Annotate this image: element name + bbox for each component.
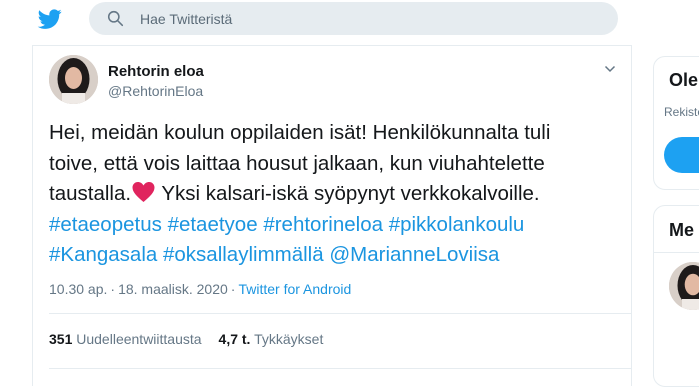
tweet-time[interactable]: 10.30 ap. [49, 281, 107, 297]
signup-button[interactable] [664, 137, 699, 173]
hashtag-link[interactable]: #pikkolankoulu [389, 213, 525, 236]
retweets-count: 351 [49, 331, 72, 347]
tweet-card: Rehtorin eloa @RehtorinEloa Hei, meidän … [32, 45, 632, 386]
divider [49, 368, 631, 369]
signup-card-subtitle: Rekiste [664, 105, 699, 119]
mention-link[interactable]: @MarianneLoviisa [329, 243, 499, 266]
retweets-stat[interactable]: 351 Uudelleentwiittausta [49, 331, 202, 347]
hashtag-link[interactable]: #Kangasala [49, 243, 157, 266]
tweet-date[interactable]: 18. maalisk. 2020 [118, 281, 228, 297]
search-box[interactable]: Hae Twitteristä [89, 2, 618, 35]
signup-card: Ole Rekiste [653, 56, 699, 190]
tweet-line: taustalla. [49, 182, 131, 205]
hashtag-link[interactable]: #oksallaylimmällä [163, 243, 324, 266]
retweets-label: Uudelleentwiittausta [76, 331, 201, 347]
chevron-down-icon[interactable] [604, 63, 616, 75]
related-card-title: Me [669, 220, 694, 241]
tweet-text: Hei, meidän koulun oppilaiden isät! Henk… [49, 118, 619, 271]
tweet-stats: 351 Uudelleentwiittausta 4,7 t. Tykkäykse… [49, 331, 323, 347]
tweet-line: toive, että vois laittaa housut jalkaan,… [49, 152, 545, 175]
hashtag-link[interactable]: #etaeopetus [49, 213, 162, 236]
author-handle[interactable]: @RehtorinEloa [108, 83, 203, 99]
top-bar: Hae Twitteristä [0, 0, 699, 40]
likes-label: Tykkäykset [254, 331, 323, 347]
author-name[interactable]: Rehtorin eloa [108, 63, 204, 80]
tweet-line: Yksi kalsari-iskä syöpynyt verkkokalvoil… [156, 182, 540, 205]
hashtag-link[interactable]: #rehtorineloa [263, 213, 383, 236]
related-card: Me [653, 205, 699, 387]
avatar[interactable] [669, 262, 699, 310]
hashtag-link[interactable]: #etaetyoe [168, 213, 258, 236]
tweet-line: Hei, meidän koulun oppilaiden isät! Henk… [49, 121, 550, 144]
likes-count: 4,7 t. [219, 331, 251, 347]
search-icon [107, 10, 124, 27]
twitter-bird-icon[interactable] [37, 7, 63, 31]
divider [49, 313, 631, 314]
tweet-source-link[interactable]: Twitter for Android [238, 281, 351, 297]
avatar[interactable] [49, 55, 98, 104]
avatar-image [49, 55, 98, 104]
signup-card-title: Ole [669, 70, 698, 91]
avatar-image [669, 262, 699, 310]
search-input[interactable]: Hae Twitteristä [140, 11, 232, 27]
divider [654, 252, 699, 253]
heart-emoji [131, 181, 156, 203]
likes-stat[interactable]: 4,7 t. Tykkäykset [219, 331, 324, 347]
tweet-meta: 10.30 ap.·18. maalisk. 2020·Twitter for … [49, 281, 351, 297]
